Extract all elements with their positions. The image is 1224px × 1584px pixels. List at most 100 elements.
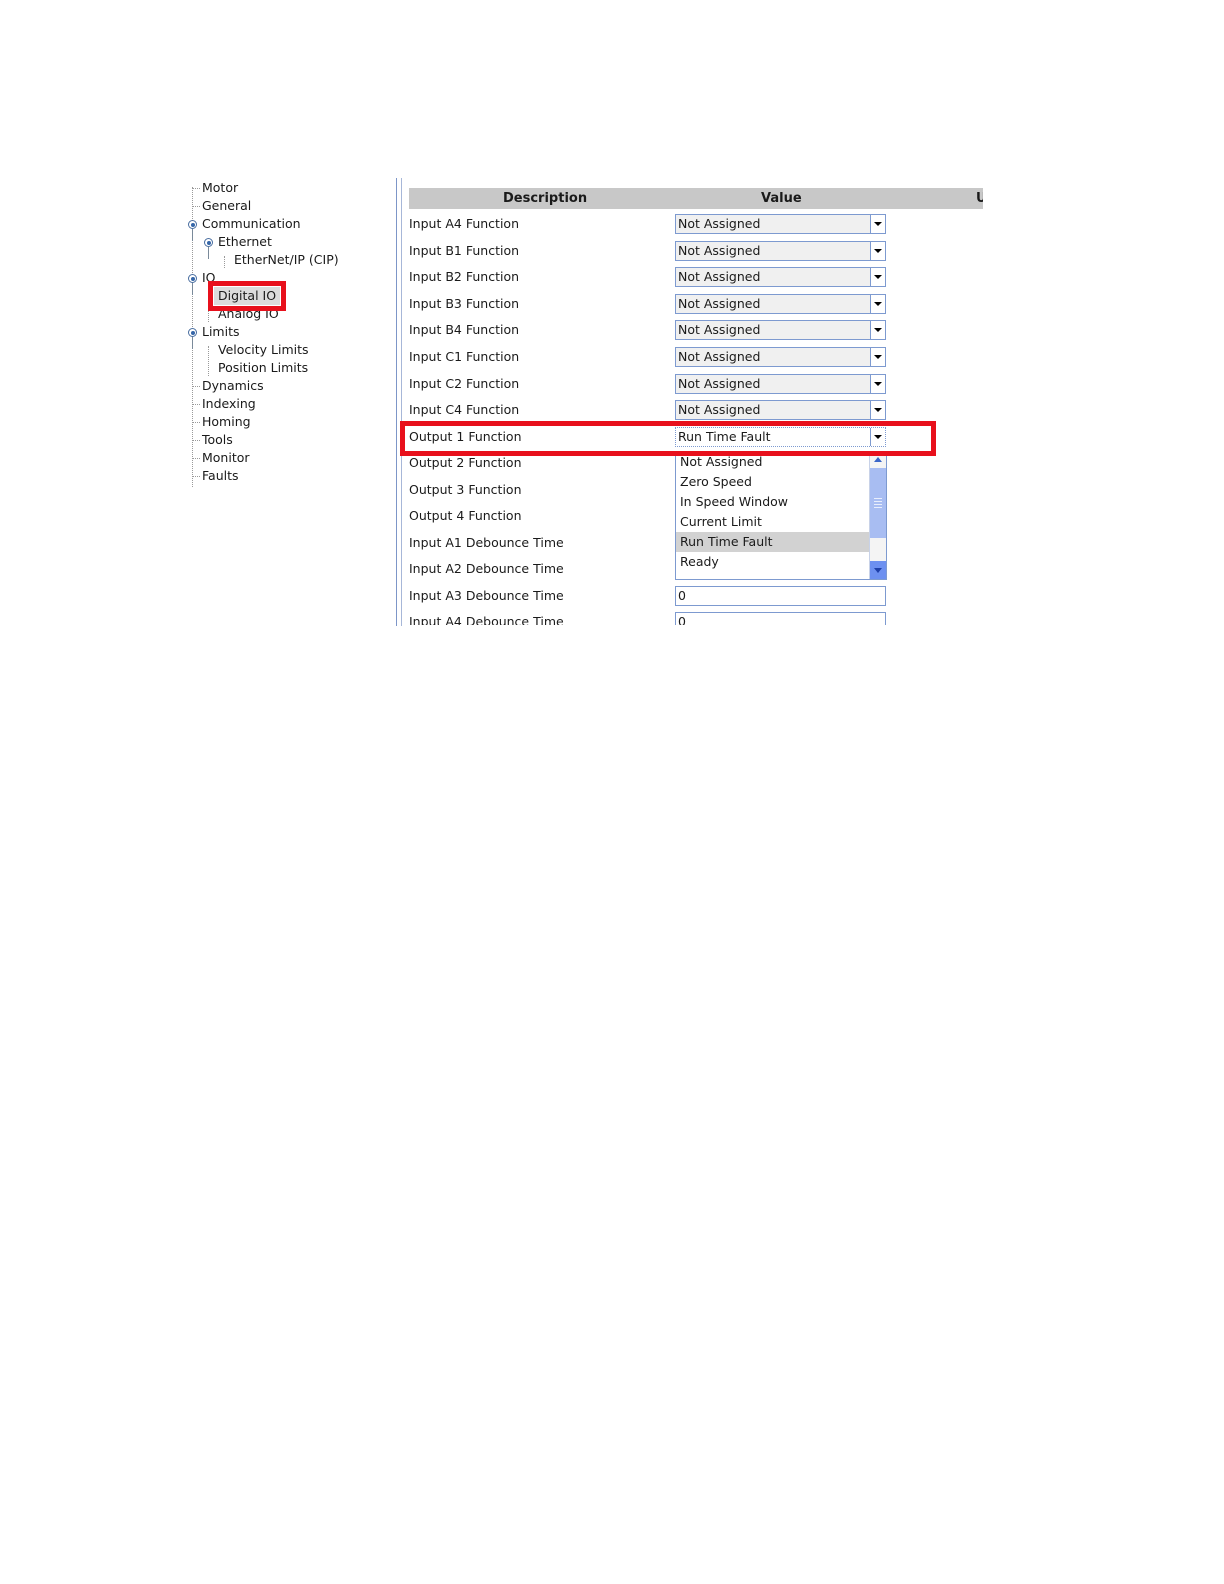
tree-branch-line — [192, 229, 193, 241]
row-description: Input C2 Function — [409, 376, 520, 391]
function-select[interactable]: Not Assigned — [675, 214, 886, 234]
table-row: Input B3 Function Not Assigned — [405, 291, 983, 317]
select-value: Not Assigned — [678, 349, 761, 364]
function-select[interactable]: Not Assigned — [675, 374, 886, 394]
tree-item-velocity-limits[interactable]: Velocity Limits — [218, 341, 309, 359]
dropdown-option[interactable]: Ready — [676, 552, 871, 572]
scroll-down-arrow-icon[interactable] — [870, 561, 886, 579]
function-select[interactable]: Not Assigned — [675, 400, 886, 420]
scroll-thumb[interactable] — [870, 468, 886, 538]
input-value: 0 — [678, 588, 686, 603]
expand-toggle-icon[interactable] — [188, 328, 197, 337]
table-row: Input A3 Debounce Time 0 — [405, 583, 983, 609]
dropdown-option[interactable]: Not Assigned — [676, 452, 871, 472]
row-description: Input C4 Function — [409, 402, 520, 417]
tree-item-communication[interactable]: Communication — [202, 215, 301, 233]
table-row: Input A4 Function Not Assigned — [405, 211, 983, 237]
tree-branch-line — [192, 337, 193, 349]
debounce-time-input[interactable]: 0 — [675, 612, 886, 625]
table-row: Input C1 Function Not Assigned — [405, 344, 983, 370]
dropdown-arrow-icon[interactable] — [870, 295, 885, 313]
tree-item-faults[interactable]: Faults — [202, 467, 239, 485]
tree-connector — [192, 458, 200, 459]
row-description: Input A3 Debounce Time — [409, 588, 564, 603]
dropdown-arrow-icon[interactable] — [870, 268, 885, 286]
debounce-time-input[interactable]: 0 — [675, 586, 886, 606]
tree-item-analog-io[interactable]: Analog IO — [218, 305, 279, 323]
row-description: Input C1 Function — [409, 349, 520, 364]
dropdown-arrow-icon[interactable] — [870, 215, 885, 233]
tree-item-io[interactable]: IO — [202, 269, 216, 287]
dropdown-option[interactable]: In Speed Window — [676, 492, 871, 512]
select-value: Not Assigned — [678, 243, 761, 258]
expand-toggle-icon[interactable] — [204, 238, 213, 247]
expand-toggle-icon[interactable] — [188, 274, 197, 283]
tree-item-limits[interactable]: Limits — [202, 323, 240, 341]
table-row: Input B4 Function Not Assigned — [405, 317, 983, 343]
output-function-dropdown-list[interactable]: Not Assigned Zero Speed In Speed Window … — [675, 451, 887, 580]
screenshot: Motor General Communication Ethernet Eth… — [0, 0, 1224, 1584]
function-select[interactable]: Not Assigned — [675, 347, 886, 367]
pane-splitter[interactable] — [396, 178, 397, 626]
function-select[interactable]: Not Assigned — [675, 294, 886, 314]
dropdown-option[interactable]: Zero Speed — [676, 472, 871, 492]
function-select[interactable]: Not Assigned — [675, 267, 886, 287]
row-description: Input B2 Function — [409, 269, 520, 284]
tree-item-digital-io[interactable]: Digital IO — [214, 287, 281, 305]
tree-guide-line — [208, 292, 209, 322]
tree-item-indexing[interactable]: Indexing — [202, 395, 256, 413]
dropdown-arrow-icon[interactable] — [870, 375, 885, 393]
row-description: Input B4 Function — [409, 322, 520, 337]
grid-header: Description Value U — [409, 188, 983, 209]
tree-connector — [192, 440, 200, 441]
column-header-units[interactable]: U — [976, 188, 983, 209]
select-value: Not Assigned — [678, 296, 761, 311]
expand-toggle-icon[interactable] — [188, 220, 197, 229]
tree-item-motor[interactable]: Motor — [202, 179, 238, 197]
column-header-value[interactable]: Value — [761, 188, 802, 209]
select-value: Not Assigned — [678, 269, 761, 284]
output-1-function-select[interactable]: Run Time Fault — [675, 427, 886, 447]
tree-branch-line — [192, 283, 193, 295]
tree-guide-line — [224, 256, 225, 268]
table-row: Input C2 Function Not Assigned — [405, 371, 983, 397]
dropdown-arrow-icon[interactable] — [870, 321, 885, 339]
tree-item-tools[interactable]: Tools — [202, 431, 233, 449]
dropdown-scrollbar[interactable] — [869, 452, 886, 579]
row-description: Input B1 Function — [409, 243, 520, 258]
tree-item-homing[interactable]: Homing — [202, 413, 251, 431]
function-select[interactable]: Not Assigned — [675, 241, 886, 261]
table-row: Input A4 Debounce Time 0 — [405, 609, 983, 625]
dropdown-arrow-icon[interactable] — [870, 401, 885, 419]
tree-item-monitor[interactable]: Monitor — [202, 449, 250, 467]
dropdown-arrow-icon[interactable] — [870, 242, 885, 260]
settings-tree: Motor General Communication Ethernet Eth… — [180, 178, 390, 628]
tree-branch-line — [208, 247, 209, 259]
dropdown-option-selected[interactable]: Run Time Fault — [676, 532, 871, 552]
select-value: Not Assigned — [678, 376, 761, 391]
dropdown-arrow-icon[interactable] — [870, 348, 885, 366]
tree-item-ethernet-ip[interactable]: EtherNet/IP (CIP) — [234, 251, 339, 269]
row-description: Input B3 Function — [409, 296, 520, 311]
table-row: Input C4 Function Not Assigned — [405, 397, 983, 423]
tree-item-ethernet[interactable]: Ethernet — [218, 233, 272, 251]
tree-guide-line — [208, 346, 209, 376]
select-value: Not Assigned — [678, 322, 761, 337]
function-select[interactable]: Not Assigned — [675, 320, 886, 340]
input-value: 0 — [678, 614, 686, 625]
tree-item-general[interactable]: General — [202, 197, 251, 215]
table-row: Input B2 Function Not Assigned — [405, 264, 983, 290]
tree-connector — [192, 188, 200, 189]
select-value: Not Assigned — [678, 402, 761, 417]
tree-connector — [192, 476, 200, 477]
row-description: Output 3 Function — [409, 482, 522, 497]
dropdown-arrow-icon[interactable] — [870, 428, 885, 446]
row-description: Input A4 Debounce Time — [409, 614, 564, 625]
scroll-up-arrow-icon[interactable] — [870, 452, 886, 466]
row-description: Output 2 Function — [409, 455, 522, 470]
column-header-description[interactable]: Description — [503, 188, 587, 209]
dropdown-option[interactable]: Current Limit — [676, 512, 871, 532]
row-description: Input A1 Debounce Time — [409, 535, 564, 550]
tree-item-dynamics[interactable]: Dynamics — [202, 377, 264, 395]
tree-item-position-limits[interactable]: Position Limits — [218, 359, 308, 377]
